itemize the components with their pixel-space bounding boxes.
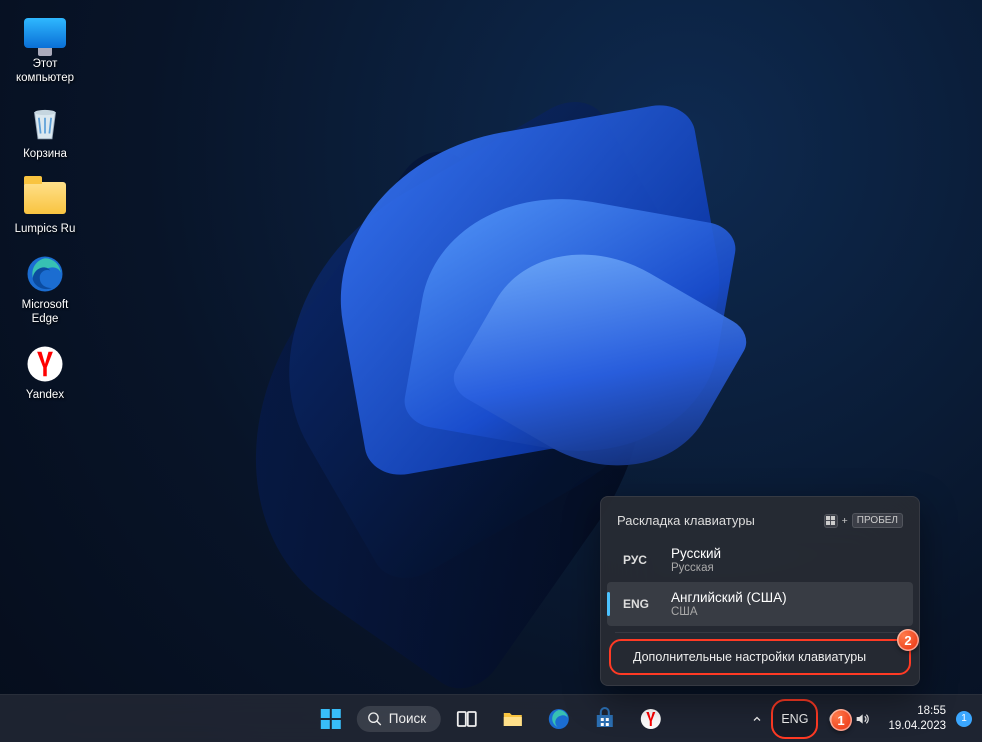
language-code: ENG (623, 597, 657, 611)
notification-badge[interactable]: 1 (956, 711, 972, 727)
folder-icon (24, 182, 66, 214)
annotation-badge-2: 2 (897, 629, 919, 651)
file-explorer-icon (501, 707, 525, 731)
yandex-icon (22, 341, 68, 387)
desktop-icon-yandex[interactable]: Yandex (5, 341, 85, 403)
shortcut-key: ПРОБЕЛ (852, 513, 903, 528)
edge-icon (22, 251, 68, 297)
start-button[interactable] (311, 699, 351, 739)
task-view-button[interactable] (447, 699, 487, 739)
clock-date: 19.04.2023 (888, 719, 946, 733)
monitor-icon (24, 18, 66, 48)
language-switcher-flyout: Раскладка клавиатуры + ПРОБЕЛ РУС Русский… (600, 496, 920, 686)
taskbar-app-explorer[interactable] (493, 699, 533, 739)
desktop-icon-this-pc[interactable]: Этоткомпьютер (5, 10, 85, 86)
search-icon (367, 711, 383, 727)
keyboard-settings-link[interactable]: Дополнительные настройки клавиатуры (617, 641, 903, 673)
desktop-icon-recycle-bin[interactable]: Корзина (5, 100, 85, 162)
win-key-icon (824, 514, 838, 528)
yandex-icon (639, 707, 663, 731)
clock-time: 18:55 (888, 704, 946, 718)
desktop-icon-folder[interactable]: Lumpics Ru (5, 175, 85, 237)
tray-overflow-button[interactable] (745, 699, 769, 739)
taskbar-app-yandex[interactable] (631, 699, 671, 739)
taskbar-app-store[interactable] (585, 699, 625, 739)
desktop-icon-label: Корзина (23, 148, 67, 162)
chevron-up-icon (751, 713, 763, 725)
edge-icon (547, 707, 571, 731)
flyout-title: Раскладка клавиатуры (617, 513, 755, 528)
windows-logo-icon (319, 707, 343, 731)
store-icon (593, 707, 617, 731)
desktop-icon-label: Yandex (26, 389, 64, 403)
recycle-bin-icon (22, 100, 68, 146)
task-view-icon (455, 707, 479, 731)
taskbar-app-edge[interactable] (539, 699, 579, 739)
language-name: Английский (США) (671, 590, 787, 605)
divider (615, 632, 905, 633)
flyout-shortcut-hint: + ПРОБЕЛ (824, 513, 903, 528)
language-indicator[interactable]: ENG (771, 699, 818, 739)
taskbar-search[interactable]: Поиск (357, 706, 441, 732)
keyboard-layout-name: Русская (671, 562, 721, 574)
language-name: Русский (671, 546, 721, 561)
language-option[interactable]: ENG Английский (США)США (607, 582, 913, 626)
desktop-icon-label: Lumpics Ru (15, 223, 76, 237)
search-label: Поиск (389, 711, 426, 726)
language-code: РУС (623, 553, 657, 567)
volume-icon (854, 711, 870, 727)
desktop-icon-label: Этоткомпьютер (16, 58, 74, 86)
callout-highlight-2: Дополнительные настройки клавиатуры 2 (609, 639, 911, 675)
tray-clock[interactable]: 18:55 19.04.2023 (880, 704, 954, 733)
language-option[interactable]: РУС РусскийРусская (607, 538, 913, 582)
desktop-icon-label: MicrosoftEdge (22, 299, 69, 327)
annotation-badge-1: 1 (830, 709, 852, 731)
keyboard-layout-name: США (671, 606, 787, 618)
desktop-icon-edge[interactable]: MicrosoftEdge (5, 251, 85, 327)
